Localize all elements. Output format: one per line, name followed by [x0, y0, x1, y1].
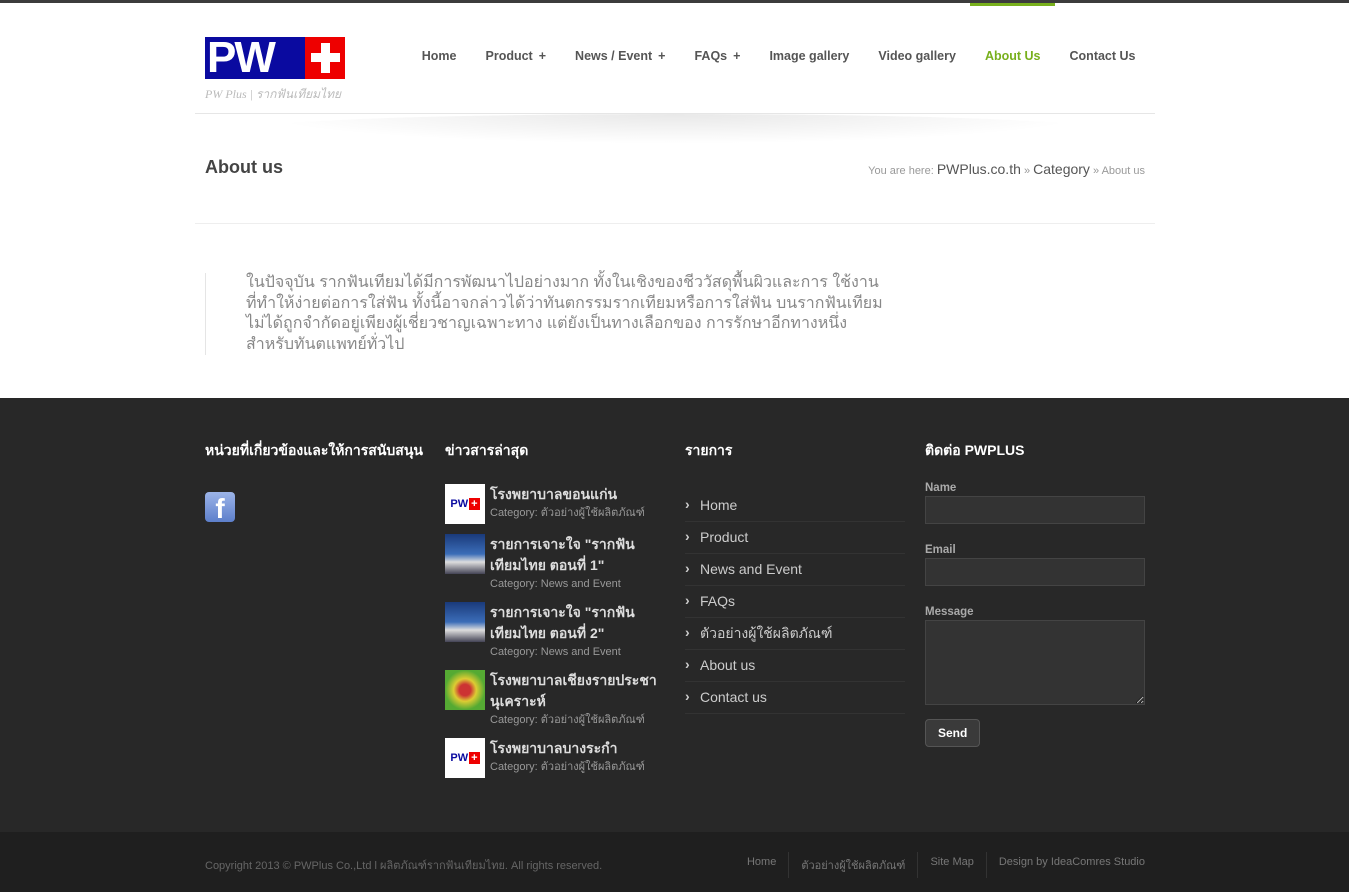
nav-item-news-event[interactable]: News / Event +	[561, 0, 680, 113]
nav-label: News / Event	[575, 49, 653, 63]
news-list: PW + โรงพยาบาลขอนแก่น Category: ตัวอย่างผู้…	[445, 484, 665, 778]
contact-heading: ติดต่อ PWPLUS	[925, 442, 1025, 458]
nav-item-video-gallery[interactable]: Video gallery	[864, 0, 971, 113]
menu-item[interactable]: FAQs	[685, 585, 905, 618]
breadcrumb: You are here: PWPlus.co.th » Category » …	[868, 161, 1145, 177]
news-title[interactable]: โรงพยาบาลขอนแก่น	[490, 484, 645, 505]
menu-item[interactable]: Product	[685, 521, 905, 554]
news-title[interactable]: รายการเจาะใจ "รากฟันเทียมไทย ตอนที่ 1"	[490, 534, 665, 576]
breadcrumb-home[interactable]: PWPlus.co.th	[937, 161, 1021, 177]
footer-col-support: หน่วยที่เกี่ยวข้องและให้การสนับสนุน f	[205, 440, 425, 522]
bottom-link[interactable]: Site Map	[917, 852, 985, 878]
nav-label: Contact Us	[1069, 49, 1136, 63]
news-item: PW + โรงพยาบาลขอนแก่น Category: ตัวอย่างผู้…	[445, 484, 665, 524]
nav-item-faqs[interactable]: FAQs +	[680, 0, 755, 113]
email-input[interactable]	[925, 558, 1145, 586]
footer-col-contact: ติดต่อ PWPLUS Name Email Message Send	[925, 440, 1145, 747]
menu-item[interactable]: ตัวอย่างผู้ใช้ผลิตภัณฑ์	[685, 617, 905, 650]
facebook-icon[interactable]: f	[205, 492, 235, 522]
nav-label: Video gallery	[878, 49, 956, 63]
news-thumbnail[interactable]	[445, 602, 485, 642]
menu-item[interactable]: Home	[685, 489, 905, 522]
news-category: Category: News and Event	[490, 646, 621, 658]
name-label: Name	[925, 482, 957, 494]
news-category: Category: ตัวอย่างผู้ใช้ผลิตภัณฑ์	[490, 761, 645, 773]
expand-icon: +	[658, 49, 666, 63]
nav-label: About Us	[984, 49, 1041, 63]
footer-col-news: ข่าวสารล่าสุด PW + โรงพยาบาลขอนแก่น Categor…	[445, 440, 665, 788]
nav-label: Image gallery	[769, 49, 850, 63]
breadcrumb-prefix: You are here:	[868, 165, 934, 177]
menu-item[interactable]: Contact us	[685, 681, 905, 714]
menu-list: HomeProductNews and EventFAQsตัวอย่างผู้…	[685, 489, 905, 714]
news-thumbnail[interactable]	[445, 670, 485, 710]
breadcrumb-sep: »	[1093, 165, 1100, 177]
bottom-link[interactable]: Home	[735, 852, 788, 878]
news-item: โรงพยาบาลเชียงรายประชานุเคราะห์ Category:…	[445, 670, 665, 728]
menu-item[interactable]: About us	[685, 649, 905, 682]
menu-item[interactable]: News and Event	[685, 553, 905, 586]
message-label: Message	[925, 606, 974, 618]
news-thumbnail[interactable]: PW +	[445, 738, 485, 778]
nav-label: Home	[421, 49, 457, 63]
support-heading: หน่วยที่เกี่ยวข้องและให้การสนับสนุน	[205, 442, 423, 458]
expand-icon: +	[733, 49, 741, 63]
nav-label: FAQs	[694, 49, 728, 63]
bottom-link[interactable]: Design by IdeaComres Studio	[985, 852, 1145, 878]
divider	[195, 223, 1155, 224]
news-thumbnail[interactable]: PW +	[445, 484, 485, 524]
news-category: Category: ตัวอย่างผู้ใช้ผลิตภัณฑ์	[490, 714, 645, 726]
nav-item-contact-us[interactable]: Contact Us	[1055, 0, 1150, 113]
nav-item-about-us[interactable]: About Us	[970, 0, 1055, 113]
news-title[interactable]: รายการเจาะใจ "รากฟันเทียมไทย ตอนที่ 2"	[490, 602, 665, 644]
main-nav: Home Product + News / Event + FAQs + Image gall…	[407, 0, 1150, 113]
bottom-links: Home ตัวอย่างผู้ใช้ผลิตภัณฑ์ Site Map Desig…	[735, 852, 1145, 878]
copyright: Copyright 2013 © PWPlus Co.,Ltd l ผลิตภั…	[205, 860, 603, 872]
about-content: ในปัจจุบัน รากฟันเทียมได้มีการพัฒนาไปอย่…	[205, 273, 885, 355]
menu-heading: รายการ	[685, 442, 733, 458]
nav-item-home[interactable]: Home	[407, 0, 471, 113]
send-button[interactable]: Send	[925, 719, 981, 747]
logo-mark: PW	[205, 37, 305, 79]
bottom-bar: Copyright 2013 © PWPlus Co.,Ltd l ผลิตภั…	[0, 832, 1349, 892]
nav-item-image-gallery[interactable]: Image gallery	[755, 0, 864, 113]
news-item: รายการเจาะใจ "รากฟันเทียมไทย ตอนที่ 1" Ca…	[445, 534, 665, 592]
bottom-link[interactable]: ตัวอย่างผู้ใช้ผลิตภัณฑ์	[788, 852, 917, 878]
contact-form: Name Email Message Send	[925, 482, 1145, 747]
news-category: Category: News and Event	[490, 578, 621, 590]
plus-icon	[305, 37, 345, 79]
breadcrumb-sep: »	[1023, 165, 1031, 177]
page-title: About us	[205, 157, 283, 177]
email-label: Email	[925, 544, 956, 556]
footer-col-menu: รายการ HomeProductNews and EventFAQsตัวอ…	[685, 440, 905, 714]
footer: หน่วยที่เกี่ยวข้องและให้การสนับสนุน f ข่…	[0, 398, 1349, 832]
nav-item-product[interactable]: Product +	[471, 0, 561, 113]
news-title[interactable]: โรงพยาบาลเชียงรายประชานุเคราะห์	[490, 670, 665, 712]
news-item: รายการเจาะใจ "รากฟันเทียมไทย ตอนที่ 2" Ca…	[445, 602, 665, 660]
news-title[interactable]: โรงพยาบาลบางระกำ	[490, 738, 645, 759]
breadcrumb-current: About us	[1101, 165, 1145, 177]
breadcrumb-category[interactable]: Category	[1033, 161, 1090, 177]
news-item: PW + โรงพยาบาลบางระกำ Category: ตัวอย่างผู้…	[445, 738, 665, 778]
news-thumbnail[interactable]	[445, 534, 485, 574]
message-input[interactable]	[925, 620, 1145, 705]
news-category: Category: ตัวอย่างผู้ใช้ผลิตภัณฑ์	[490, 507, 645, 519]
header-shadow	[255, 114, 1095, 144]
nav-label: Product	[485, 49, 533, 63]
news-heading: ข่าวสารล่าสุด	[445, 442, 529, 458]
tagline: PW Plus | รากฟันเทียมไทย	[205, 87, 342, 101]
name-input[interactable]	[925, 496, 1145, 524]
logo[interactable]: PW PW Plus | รากฟันเทียมไทย	[205, 37, 345, 104]
expand-icon: +	[538, 49, 547, 63]
